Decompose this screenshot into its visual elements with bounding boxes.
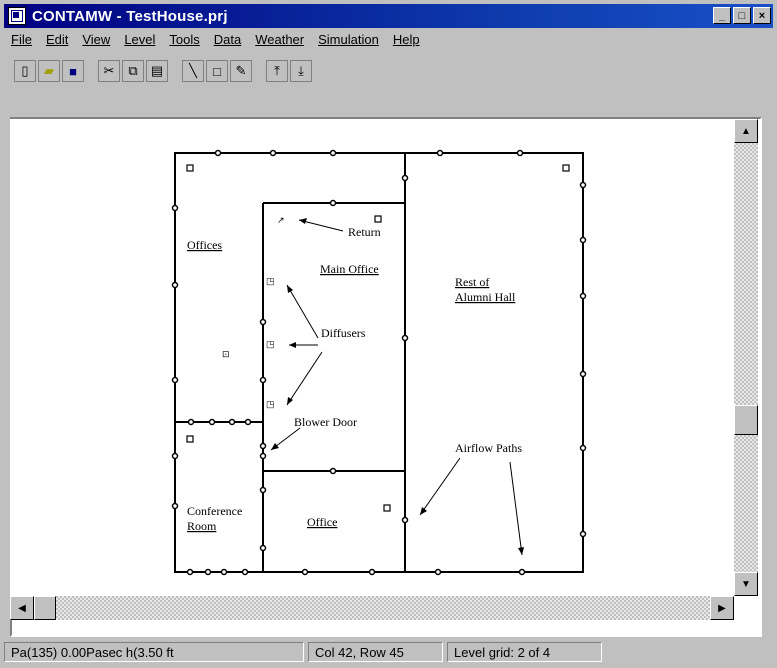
label-offices: Offices (187, 238, 222, 252)
status-level: Level grid: 2 of 4 (447, 642, 602, 662)
menu-view-label: View (82, 31, 111, 47)
cut-icon[interactable]: ✂ (98, 60, 120, 82)
label-return: Return (348, 225, 381, 239)
menu-help-label: Help (392, 31, 420, 47)
application-window: CONTAMW - TestHouse.prj _ □ × File Edit … (0, 0, 777, 668)
wall-tool-icon[interactable]: ╲ (182, 60, 204, 82)
label-main-office: Main Office (320, 262, 379, 276)
label-conference: Conference (187, 504, 242, 518)
level-up-icon[interactable]: ⤒ (266, 60, 288, 82)
menu-level[interactable]: Level (117, 32, 162, 47)
menu-simulation[interactable]: Simulation (311, 32, 386, 47)
horizontal-scrollbar[interactable]: ◀ ▶ (10, 596, 734, 620)
label-alumni-hall: Alumni Hall (455, 290, 516, 304)
menu-level-label: Level (124, 31, 156, 47)
label-office: Office (307, 515, 337, 529)
label-rest-of: Rest of (455, 275, 489, 289)
menu-weather[interactable]: Weather (248, 32, 311, 47)
scroll-up-button[interactable]: ▲ (734, 119, 758, 143)
minimize-icon[interactable]: _ (713, 7, 731, 24)
scroll-down-button[interactable]: ▼ (734, 572, 758, 596)
app-icon[interactable] (8, 7, 26, 25)
menu-help[interactable]: Help (386, 32, 427, 47)
status-cell: Col 42, Row 45 (308, 642, 443, 662)
level-down-icon[interactable]: ⤓ (290, 60, 312, 82)
label-room: Room (187, 519, 217, 533)
scroll-left-button[interactable]: ◀ (10, 596, 34, 620)
floor-plan: ↗ ◳ ◳ ◳ ⊡ Offices Main Office Rest of Al… (171, 149, 587, 576)
title-bar[interactable]: CONTAMW - TestHouse.prj _ □ × (4, 4, 773, 28)
svg-text:◳: ◳ (266, 276, 275, 286)
menu-bar: File Edit View Level Tools Data Weather … (4, 29, 773, 49)
menu-file[interactable]: File (4, 32, 39, 47)
menu-data[interactable]: Data (207, 32, 248, 47)
toolbar: ▯ ▰ ■ ✂ ⧉ ▤ ╲ □ ✎ ⤒ ⤓ (4, 54, 773, 88)
paste-icon[interactable]: ▤ (146, 60, 168, 82)
svg-text:◳: ◳ (266, 399, 275, 409)
status-pressure: Pa(135) 0.00Pasec h(3.50 ft (4, 642, 304, 662)
status-bar: Pa(135) 0.00Pasec h(3.50 ft Col 42, Row … (4, 640, 773, 664)
menu-simulation-label: Simulation (318, 31, 379, 47)
menu-tools[interactable]: Tools (162, 32, 206, 47)
window-title: CONTAMW - TestHouse.prj (32, 7, 228, 25)
window-controls: _ □ × (711, 7, 771, 24)
sketchpad[interactable]: ↗ ◳ ◳ ◳ ⊡ Offices Main Office Rest of Al… (10, 119, 734, 596)
box-tool-icon[interactable]: □ (206, 60, 228, 82)
copy-icon[interactable]: ⧉ (122, 60, 144, 82)
new-file-icon[interactable]: ▯ (14, 60, 36, 82)
menu-tools-label: Tools (169, 31, 200, 47)
scroll-right-button[interactable]: ▶ (710, 596, 734, 620)
svg-text:◳: ◳ (266, 339, 275, 349)
vertical-scrollbar[interactable]: ▲ ▼ (734, 119, 758, 596)
close-icon[interactable]: × (753, 7, 771, 24)
open-file-icon[interactable]: ▰ (38, 60, 60, 82)
horizontal-scroll-thumb[interactable] (34, 596, 56, 620)
label-airflow-paths: Airflow Paths (455, 441, 522, 455)
maximize-icon[interactable]: □ (733, 7, 751, 24)
label-blower-door: Blower Door (294, 415, 357, 429)
menu-data-label: Data (213, 31, 242, 47)
vertical-scroll-thumb[interactable] (734, 405, 758, 435)
menu-edit-label: Edit (45, 31, 69, 47)
save-icon[interactable]: ■ (62, 60, 84, 82)
menu-weather-label: Weather (255, 31, 305, 47)
menu-view[interactable]: View (75, 32, 117, 47)
svg-text:⊡: ⊡ (222, 349, 230, 359)
svg-text:↗: ↗ (277, 215, 285, 225)
menu-edit[interactable]: Edit (39, 32, 75, 47)
label-diffusers: Diffusers (321, 326, 366, 340)
menu-file-label: File (11, 31, 32, 47)
erase-tool-icon[interactable]: ✎ (230, 60, 252, 82)
